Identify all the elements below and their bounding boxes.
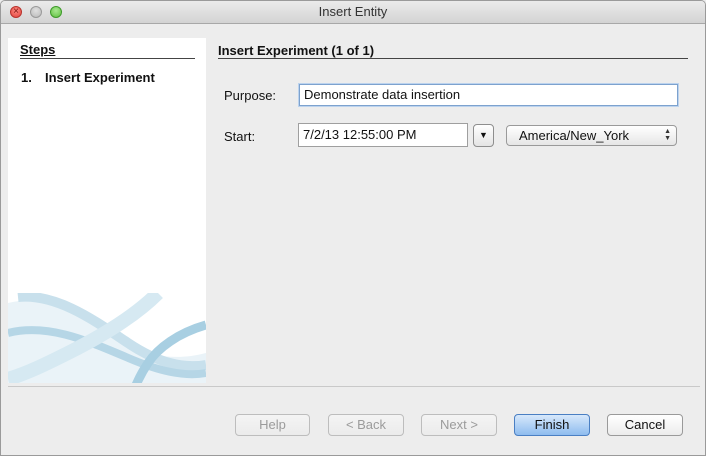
step-label: Insert Experiment [45,70,155,85]
select-arrows-icon: ▲ ▼ [664,128,671,142]
step-number: 1. [21,70,32,85]
panel-divider [218,58,688,59]
finish-button[interactable]: Finish [514,414,590,436]
timezone-value: America/New_York [519,128,630,143]
back-button[interactable]: < Back [328,414,404,436]
steps-heading: Steps [20,42,56,57]
title-bar[interactable]: × Insert Entity [1,1,705,24]
decorative-swoosh-graphic [8,293,206,383]
help-button[interactable]: Help [235,414,310,436]
start-datetime-input[interactable]: 7/2/13 12:55:00 PM [298,123,468,147]
steps-panel: Steps 1. Insert Experiment [8,38,206,383]
start-label: Start: [224,129,256,144]
insert-entity-dialog: × Insert Entity Steps 1. Insert Experimen… [0,0,706,456]
dropdown-triangle-icon: ▼ [479,130,488,140]
cancel-button[interactable]: Cancel [607,414,683,436]
window-title: Insert Entity [318,4,388,19]
date-picker-button[interactable]: ▼ [473,124,494,147]
step-item: 1. Insert Experiment [21,70,155,85]
next-button[interactable]: Next > [421,414,497,436]
purpose-input[interactable]: Demonstrate data insertion [299,84,678,106]
purpose-label: Purpose: [224,88,277,103]
panel-heading: Insert Experiment (1 of 1) [218,43,375,58]
steps-divider [20,58,195,59]
timezone-select[interactable]: America/New_York ▲ ▼ [506,125,677,146]
footer-separator [8,386,700,387]
